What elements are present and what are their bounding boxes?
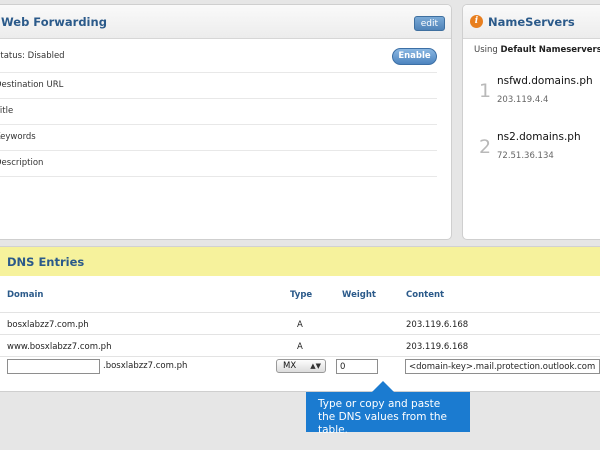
column-header-weight: Weight [342, 290, 376, 300]
new-dns-entry-row: .bosxlabzz7.com.ph MX ▲▼ [0, 356, 600, 378]
using-value: Default Nameservers [500, 45, 600, 55]
field-label: Title [0, 106, 14, 116]
web-forwarding-panel: Web Forwarding edit Status: Disabled Ena… [0, 4, 452, 240]
table-row: bosxlabzz7.com.ph A 203.119.6.168 [0, 312, 600, 334]
info-icon: i [470, 15, 483, 28]
field-label: Description [0, 158, 44, 168]
type-select[interactable]: MX ▲▼ [276, 359, 326, 373]
row-domain: bosxlabzz7.com.ph [7, 320, 89, 330]
row-type: A [297, 342, 303, 352]
using-prefix: Using [474, 45, 498, 55]
content-input[interactable] [405, 359, 600, 374]
field-label: Keywords [0, 132, 36, 142]
row-type: A [297, 320, 303, 330]
status-label: Status: Disabled [0, 51, 65, 61]
field-destination-url[interactable]: Destination URL [0, 73, 437, 99]
column-header-type: Type [290, 290, 313, 300]
select-arrows-icon: ▲▼ [310, 362, 321, 370]
edit-button[interactable]: edit [413, 16, 445, 31]
field-description[interactable]: Description [0, 151, 437, 177]
column-header-content: Content [406, 290, 445, 300]
nameservers-header: i NameServers [463, 5, 600, 39]
type-select-value: MX [283, 361, 297, 371]
nameserver-number: 2 [479, 136, 492, 158]
field-title[interactable]: Title [0, 99, 437, 125]
nameserver-name: nsfwd.domains.ph [497, 75, 593, 87]
nameserver-name: ns2.domains.ph [497, 131, 581, 143]
nameserver-item: 2 ns2.domains.ph 72.51.36.134 [463, 125, 600, 181]
nameservers-panel: i NameServers Using Default Nameservers … [462, 4, 600, 240]
nameservers-title: NameServers [488, 15, 575, 29]
instruction-callout: Type or copy and paste the DNS values fr… [306, 392, 470, 436]
row-content: 203.119.6.168 [406, 320, 469, 330]
nameserver-item: 1 nsfwd.domains.ph 203.119.4.4 [463, 69, 600, 125]
row-domain: www.bosxlabzz7.com.ph [7, 342, 112, 352]
nameserver-number: 1 [479, 80, 492, 102]
web-forwarding-title: Web Forwarding [1, 15, 107, 29]
weight-input[interactable] [336, 359, 378, 374]
web-forwarding-header: Web Forwarding edit [0, 5, 451, 39]
enable-button[interactable]: Enable [392, 48, 437, 65]
dns-entries-section: DNS Entries Domain Type Weight Content b… [0, 246, 600, 392]
nameserver-ip: 72.51.36.134 [497, 151, 554, 161]
dns-entries-title: DNS Entries [7, 255, 85, 269]
row-content: 203.119.6.168 [406, 342, 469, 352]
domain-input[interactable] [7, 359, 100, 374]
field-keywords[interactable]: Keywords [0, 125, 437, 151]
domain-suffix: .bosxlabzz7.com.ph [103, 361, 188, 371]
dns-entries-header: DNS Entries [0, 247, 600, 276]
table-row: www.bosxlabzz7.com.ph A 203.119.6.168 [0, 334, 600, 356]
nameservers-using: Using Default Nameservers [474, 45, 600, 55]
callout-arrow [372, 381, 394, 392]
column-header-domain: Domain [7, 290, 44, 300]
nameserver-ip: 203.119.4.4 [497, 95, 549, 105]
status-row: Status: Disabled [0, 39, 437, 73]
field-label: Destination URL [0, 80, 64, 90]
